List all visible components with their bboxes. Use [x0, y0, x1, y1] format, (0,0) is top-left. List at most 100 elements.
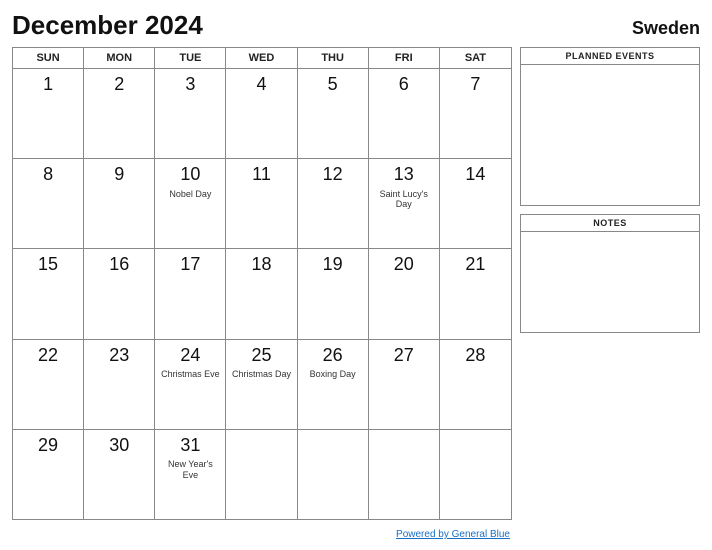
- day-event: Christmas Eve: [161, 369, 220, 380]
- calendar-cell: [226, 430, 297, 519]
- weekday-header-cell: FRI: [369, 48, 440, 68]
- day-number: 18: [251, 253, 271, 276]
- calendar-cell: 6: [369, 69, 440, 158]
- calendar-cell: 19: [298, 249, 369, 338]
- notes-title: NOTES: [521, 215, 699, 232]
- calendar-cell: 22: [13, 340, 84, 429]
- weekday-header-cell: SUN: [13, 48, 84, 68]
- day-number: 14: [465, 163, 485, 186]
- day-number: 31: [180, 434, 200, 457]
- weekday-header-cell: TUE: [155, 48, 226, 68]
- day-number: 24: [180, 344, 200, 367]
- calendar-cell: 1: [13, 69, 84, 158]
- day-number: 25: [251, 344, 271, 367]
- calendar-cell: 27: [369, 340, 440, 429]
- calendar-cell: 7: [440, 69, 511, 158]
- day-number: 30: [109, 434, 129, 457]
- notes-box: NOTES: [520, 214, 700, 333]
- calendar-cell: 4: [226, 69, 297, 158]
- calendar-cell: 20: [369, 249, 440, 338]
- header: December 2024 Sweden: [12, 10, 700, 41]
- calendar-cell: 18: [226, 249, 297, 338]
- weekday-header-cell: MON: [84, 48, 155, 68]
- day-number: 1: [43, 73, 53, 96]
- planned-events-box: PLANNED EVENTS: [520, 47, 700, 206]
- day-number: 21: [465, 253, 485, 276]
- calendar-cell: [298, 430, 369, 519]
- calendar-cell: 31New Year's Eve: [155, 430, 226, 519]
- calendar-cell: [369, 430, 440, 519]
- calendar: SUNMONTUEWEDTHUFRISAT 12345678910Nobel D…: [12, 47, 512, 520]
- day-number: 11: [252, 163, 271, 186]
- calendar-cell: 13 Saint Lucy's Day: [369, 159, 440, 248]
- notes-content: [521, 232, 699, 332]
- day-event: Saint Lucy's Day: [374, 189, 434, 211]
- calendar-row: 22 23 24 Christmas Eve 25 Christmas Day 26 Boxi…: [13, 340, 511, 430]
- calendar-title: December 2024: [12, 10, 203, 41]
- footer: Powered by General Blue: [12, 524, 700, 542]
- calendar-row: 15 16 17 18 19 20 21: [13, 249, 511, 339]
- day-number: 15: [38, 253, 58, 276]
- calendar-cell: 12: [298, 159, 369, 248]
- calendar-cell: 11: [226, 159, 297, 248]
- calendar-cell: 16: [84, 249, 155, 338]
- calendar-cell: [440, 430, 511, 519]
- day-number: 4: [256, 73, 266, 96]
- day-number: 16: [109, 253, 129, 276]
- day-number: 9: [114, 163, 124, 186]
- calendar-cell: 30: [84, 430, 155, 519]
- day-number: 19: [323, 253, 343, 276]
- day-event: New Year's Eve: [160, 459, 220, 481]
- day-number: 5: [328, 73, 338, 96]
- day-number: 6: [399, 73, 409, 96]
- calendar-cell: 3: [155, 69, 226, 158]
- weekday-header-cell: THU: [298, 48, 369, 68]
- day-number: 7: [470, 73, 480, 96]
- day-number: 29: [38, 434, 58, 457]
- page: December 2024 Sweden SUNMONTUEWEDTHUFRIS…: [0, 0, 712, 550]
- calendar-row: 1 2 3 4 5 6 7: [13, 69, 511, 159]
- calendar-weekday-header: SUNMONTUEWEDTHUFRISAT: [13, 48, 511, 69]
- day-number: 3: [185, 73, 195, 96]
- day-number: 20: [394, 253, 414, 276]
- day-event: Christmas Day: [232, 369, 291, 380]
- calendar-cell: 17: [155, 249, 226, 338]
- calendar-cell: 26 Boxing Day: [298, 340, 369, 429]
- calendar-cell: 10 Nobel Day: [155, 159, 226, 248]
- calendar-cell: 21: [440, 249, 511, 338]
- calendar-row: 29 30 31New Year's Eve: [13, 430, 511, 519]
- day-number: 23: [109, 344, 129, 367]
- powered-by-link[interactable]: Powered by General Blue: [396, 529, 510, 540]
- weekday-header-cell: SAT: [440, 48, 511, 68]
- day-number: 27: [394, 344, 414, 367]
- day-number: 17: [180, 253, 200, 276]
- calendar-cell: 8: [13, 159, 84, 248]
- day-number: 12: [323, 163, 343, 186]
- day-number: 28: [465, 344, 485, 367]
- day-event: Boxing Day: [310, 369, 356, 380]
- day-number: 8: [43, 163, 53, 186]
- day-number: 2: [114, 73, 124, 96]
- calendar-cell: 14: [440, 159, 511, 248]
- calendar-cell: 15: [13, 249, 84, 338]
- calendar-cell: 29: [13, 430, 84, 519]
- weekday-header-cell: WED: [226, 48, 297, 68]
- calendar-cell: 24 Christmas Eve: [155, 340, 226, 429]
- calendar-country: Sweden: [632, 18, 700, 39]
- calendar-cell: 5: [298, 69, 369, 158]
- calendar-cell: 9: [84, 159, 155, 248]
- day-event: Nobel Day: [169, 189, 211, 200]
- calendar-cell: 2: [84, 69, 155, 158]
- planned-events-title: PLANNED EVENTS: [521, 48, 699, 65]
- day-number: 13: [394, 163, 414, 186]
- calendar-row: 8 9 10 Nobel Day 11 12 13 Saint Lucy's Day 14: [13, 159, 511, 249]
- main-content: SUNMONTUEWEDTHUFRISAT 12345678910Nobel D…: [12, 47, 700, 520]
- calendar-body: 12345678910Nobel Day111213Saint Lucy's D…: [13, 69, 511, 519]
- day-number: 26: [323, 344, 343, 367]
- sidebar: PLANNED EVENTS NOTES: [520, 47, 700, 520]
- day-number: 22: [38, 344, 58, 367]
- calendar-cell: 23: [84, 340, 155, 429]
- day-number: 10: [180, 163, 200, 186]
- calendar-cell: 25 Christmas Day: [226, 340, 297, 429]
- planned-events-content: [521, 65, 699, 205]
